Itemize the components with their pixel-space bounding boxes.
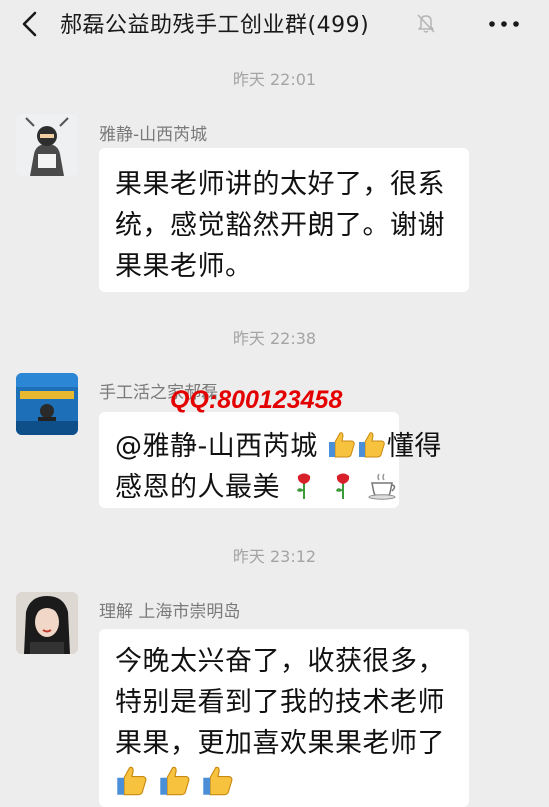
message-text: 统，感觉豁然开朗了。谢谢 bbox=[115, 210, 445, 241]
emoji-line bbox=[115, 763, 235, 800]
sender-name: 理解 上海市崇明岛 bbox=[99, 602, 241, 622]
back-icon[interactable] bbox=[16, 8, 44, 40]
message-timestamp: 昨天 23:12 bbox=[232, 547, 317, 566]
message-text: 果果，更加喜欢果果老师了 bbox=[115, 728, 445, 759]
message-text: 今晚太兴奋了，收获很多， bbox=[115, 646, 445, 677]
message-bubble[interactable]: @雅静-山西芮城 懂得 感恩的人最美 bbox=[99, 412, 441, 508]
message-timestamp: 昨天 22:38 bbox=[232, 329, 317, 348]
qq-watermark: QQ:800123458 bbox=[170, 386, 343, 414]
sender-name: 雅静-山西芮城 bbox=[99, 125, 208, 145]
rose-icon bbox=[336, 473, 350, 499]
more-icon[interactable] bbox=[486, 14, 522, 34]
chat-title: 郝磊公益助残手工创业群(499) bbox=[60, 13, 370, 38]
thumbs-up-icon bbox=[358, 432, 385, 458]
message-timestamp: 昨天 22:01 bbox=[232, 70, 317, 89]
avatar[interactable] bbox=[16, 373, 78, 435]
chat-header: 郝磊公益助残手工创业群(499) bbox=[0, 0, 549, 48]
avatar[interactable] bbox=[16, 114, 78, 176]
message-text-line: 感恩的人最美 bbox=[115, 465, 399, 504]
mention-text: @雅静-山西芮城 bbox=[115, 431, 318, 462]
message-text: 果果老师。 bbox=[115, 251, 253, 282]
mute-icon bbox=[417, 14, 435, 33]
message-text-line: @雅静-山西芮城 懂得 bbox=[115, 424, 442, 463]
thumbs-up-icon bbox=[328, 432, 355, 458]
message-text: 感恩的人最美 bbox=[115, 472, 280, 503]
avatar[interactable] bbox=[16, 592, 78, 654]
thumbs-up-icon bbox=[203, 766, 233, 796]
message-text: 果果老师讲的太好了，很系 bbox=[115, 169, 445, 200]
thumbs-up-icon bbox=[160, 766, 190, 796]
message-text: 特别是看到了我的技术老师 bbox=[115, 687, 445, 718]
rose-icon bbox=[297, 473, 311, 499]
thumbs-up-icon bbox=[117, 766, 147, 796]
message-bubble[interactable]: 今晚太兴奋了，收获很多， 特别是看到了我的技术老师 果果，更加喜欢果果老师了 bbox=[99, 629, 469, 807]
message-text: 懂得 bbox=[386, 431, 442, 462]
message-bubble[interactable]: 果果老师讲的太好了，很系 统，感觉豁然开朗了。谢谢 果果老师。 bbox=[99, 148, 469, 292]
coffee-icon bbox=[368, 473, 396, 500]
